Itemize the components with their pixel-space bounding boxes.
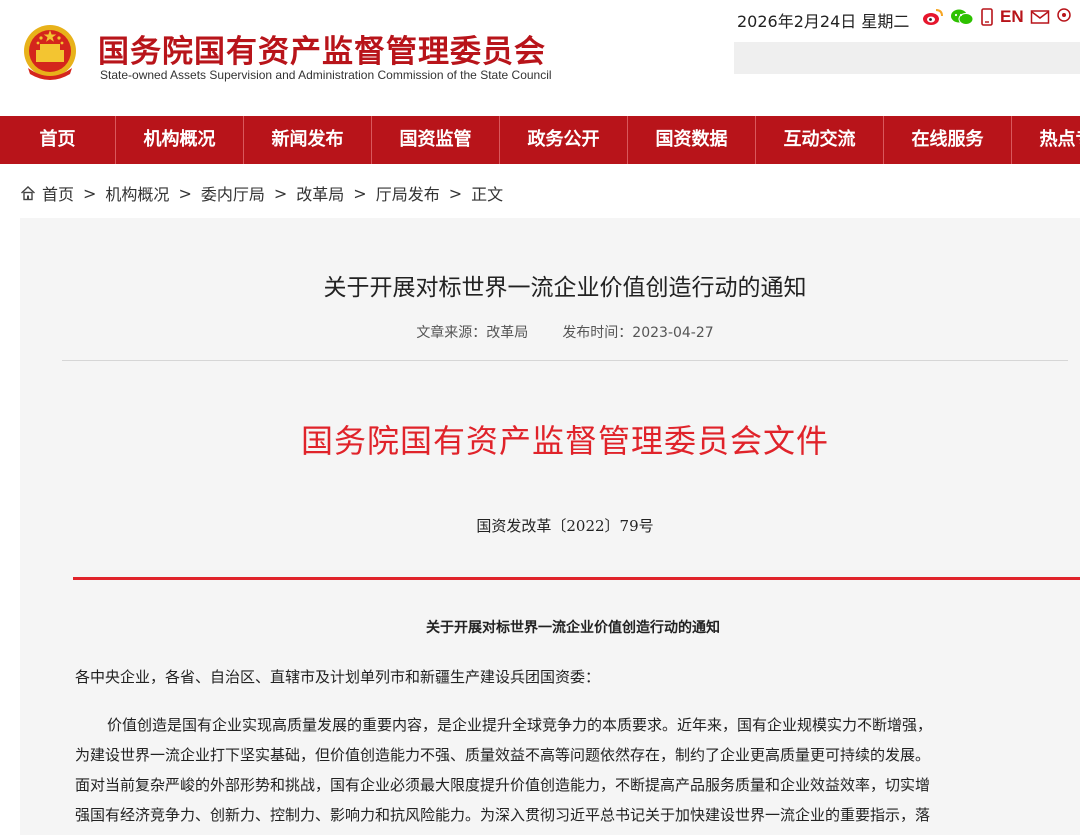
nav-item-online-service[interactable]: 在线服务	[884, 116, 1012, 164]
breadcrumb-departments[interactable]: 委内厅局	[201, 181, 265, 205]
weibo-icon[interactable]	[922, 7, 944, 27]
nav-item-supervision[interactable]: 国资监管	[372, 116, 500, 164]
article-meta: 文章来源：改革局 发布时间：2023-04-27	[20, 322, 1080, 342]
breadcrumb-separator: >	[448, 183, 463, 203]
article-title: 关于开展对标世界一流企业价值创造行动的通知	[323, 275, 807, 301]
nav-item-interaction[interactable]: 互动交流	[756, 116, 884, 164]
breadcrumb-separator: >	[178, 183, 192, 203]
site-subtitle: State-owned Assets Supervision and Admin…	[100, 68, 552, 82]
header-icon-bar: EN	[922, 6, 1072, 28]
breadcrumb-current: 正文	[471, 185, 504, 204]
red-divider	[73, 577, 1080, 580]
nav-item-topics[interactable]: 热点专题	[1012, 116, 1080, 164]
nav-item-about[interactable]: 机构概况	[116, 116, 244, 164]
breadcrumb-separator: >	[273, 183, 288, 203]
english-version-link[interactable]: EN	[1000, 7, 1024, 27]
wechat-icon[interactable]	[950, 7, 974, 27]
notice-addressee: 各中央企业，各省、自治区、直辖市及计划单列市和新疆生产建设兵团国资委：	[75, 668, 601, 686]
current-date: 2026年2月24日 星期二	[737, 12, 910, 31]
document-number: 国资发改革〔2022〕79号	[476, 517, 654, 535]
nav-item-data[interactable]: 国资数据	[628, 116, 756, 164]
breadcrumb-separator: >	[83, 183, 97, 203]
nav-item-news[interactable]: 新闻发布	[244, 116, 372, 164]
breadcrumb-separator: >	[353, 183, 367, 203]
article-panel: 关于开展对标世界一流企业价值创造行动的通知 文章来源：改革局 发布时间：2023-…	[20, 218, 1080, 835]
search-input[interactable]	[734, 42, 1080, 74]
mobile-icon[interactable]	[980, 7, 994, 27]
site-title[interactable]: 国务院国有资产监督管理委员会	[98, 26, 546, 71]
body-line: 价值创造是国有企业实现高质量发展的重要内容，是企业提升全球竞争力的本质要求。近年…	[107, 716, 933, 734]
mail-icon[interactable]	[1030, 7, 1050, 27]
home-icon	[20, 185, 36, 201]
breadcrumb: 首页 > 机构概况 > 委内厅局 > 改革局 > 厅局发布 > 正文	[20, 181, 503, 205]
breadcrumb-reform-bureau[interactable]: 改革局	[296, 181, 344, 205]
body-line: 为建设世界一流企业打下坚实基础，但价值创造能力不强、质量效益不高等问题依然存在，…	[75, 746, 931, 764]
breadcrumb-home[interactable]: 首页	[42, 181, 74, 205]
article-date: 发布时间：2023-04-27	[562, 325, 714, 341]
body-line: 强国有经济竞争力、创新力、控制力、影响力和抗风险能力。为深入贯彻习近平总书记关于…	[75, 806, 931, 824]
national-emblem-logo[interactable]	[22, 24, 78, 82]
body-line: 面对当前复杂严峻的外部形势和挑战，国有企业必须最大限度提升价值创造能力，不断提高…	[75, 776, 931, 794]
location-icon[interactable]	[1056, 7, 1072, 27]
breadcrumb-releases[interactable]: 厅局发布	[376, 181, 440, 205]
title-divider	[62, 360, 1068, 361]
main-nav: 首页 机构概况 新闻发布 国资监管 政务公开 国资数据 互动交流 在线服务 热点…	[0, 116, 1080, 164]
nav-item-public-affairs[interactable]: 政务公开	[500, 116, 628, 164]
site-header: 国务院国有资产监督管理委员会 State-owned Assets Superv…	[0, 0, 1080, 116]
nav-item-home[interactable]: 首页	[0, 116, 116, 164]
notice-title: 关于开展对标世界一流企业价值创造行动的通知	[426, 620, 720, 636]
article-source: 文章来源：改革局	[416, 325, 529, 341]
notice-body: 价值创造是国有企业实现高质量发展的重要内容，是企业提升全球竞争力的本质要求。近年…	[75, 710, 1075, 830]
document-header: 国务院国有资产监督管理委员会文件	[300, 422, 829, 460]
breadcrumb-about[interactable]: 机构概况	[105, 181, 169, 205]
